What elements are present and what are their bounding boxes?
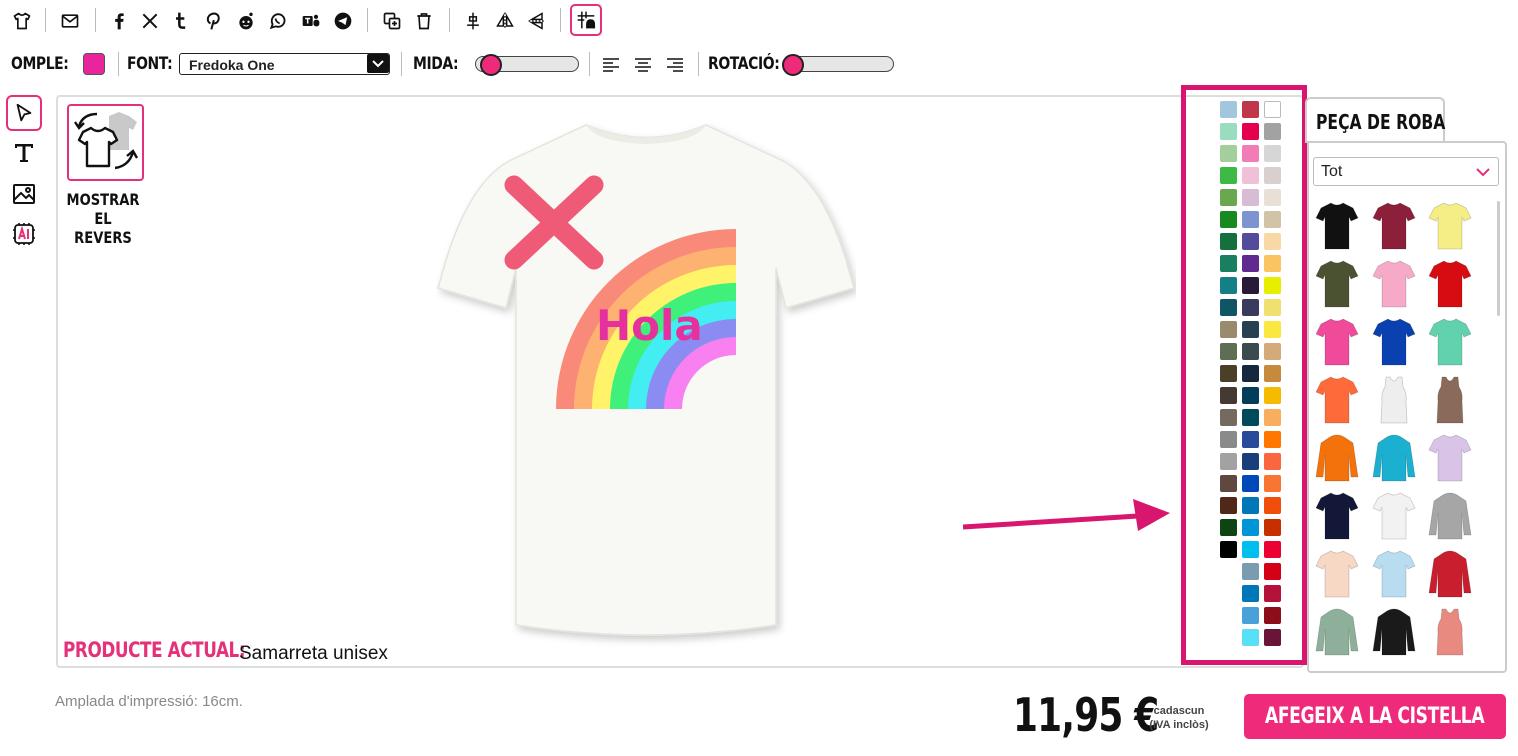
teams-icon[interactable] <box>298 8 324 34</box>
garment-item-brown-tank[interactable] <box>1428 375 1472 425</box>
property-toolbar: OMPLE: FONT: Fredoka One MIDA: ROTACIÓ: <box>0 46 1518 84</box>
garment-item-yellow-tshirt[interactable] <box>1428 201 1472 251</box>
trash-icon[interactable] <box>411 8 437 34</box>
garment-item-black-orange-hoodie[interactable] <box>1372 607 1416 657</box>
size-slider-thumb[interactable] <box>480 54 503 76</box>
print-width: Amplada d'impressió: 16cm. <box>55 693 243 710</box>
fill-color-picker[interactable] <box>83 53 105 75</box>
pinterest-icon[interactable] <box>200 8 226 34</box>
palette-highlight-box <box>1181 85 1307 665</box>
garment-item-blue-fade-tshirt[interactable] <box>1372 549 1416 599</box>
rotation-label: ROTACIÓ: <box>708 54 780 74</box>
separator <box>367 8 368 32</box>
reddit-icon[interactable] <box>233 8 259 34</box>
separator <box>698 52 699 76</box>
garment-item-burgundy-tshirt[interactable] <box>1372 201 1416 251</box>
mail-icon[interactable] <box>57 8 83 34</box>
garment-item-orange-hoodie[interactable] <box>1315 433 1359 483</box>
price-note: cadascun (IVA inclòs) <box>1143 704 1215 732</box>
rotation-slider-thumb[interactable] <box>782 54 804 76</box>
flip-horizontal-icon[interactable] <box>492 8 518 34</box>
show-back-label-line2: EL REVERS <box>74 209 132 247</box>
garment-item-pink-tshirt[interactable] <box>1372 259 1416 309</box>
show-back-button[interactable] <box>67 104 144 181</box>
price-note-line1: cadascun <box>1153 705 1205 717</box>
garment-scrollbar[interactable] <box>1497 201 1500 316</box>
garment-item-white-raglan[interactable] <box>1372 491 1416 541</box>
show-back-label: MOSTRAR EL REVERS <box>66 190 140 247</box>
top-toolbar <box>0 0 1518 42</box>
garment-item-fuchsia-tshirt[interactable] <box>1315 317 1359 367</box>
garment-item-royal-blue-tshirt[interactable] <box>1372 317 1416 367</box>
garment-item-cyan-hoodie[interactable] <box>1372 433 1416 483</box>
garment-item-peach-tshirt[interactable] <box>1315 549 1359 599</box>
telegram-icon[interactable] <box>330 8 356 34</box>
size-slider[interactable] <box>475 54 579 76</box>
current-product-label: PRODUCTE ACTUAL: <box>63 638 246 662</box>
tshirt-icon[interactable] <box>9 8 35 34</box>
garment-item-black-tshirt[interactable] <box>1315 201 1359 251</box>
image-tool-icon[interactable] <box>6 176 42 212</box>
center-vertical-icon[interactable] <box>460 8 486 34</box>
tumblr-icon[interactable] <box>168 8 194 34</box>
separator <box>449 8 450 32</box>
price: 11,95 € <box>1013 688 1159 742</box>
category-select[interactable]: Tot <box>1313 157 1499 186</box>
text-tool-icon[interactable] <box>6 135 42 171</box>
garment-item-tie-dye-tshirt[interactable] <box>1428 433 1472 483</box>
chevron-down-icon <box>367 54 389 73</box>
separator <box>589 52 590 76</box>
arrow-icon <box>963 499 1170 531</box>
garment-panel: Tot <box>1307 141 1507 673</box>
garment-item-mint-tshirt[interactable] <box>1428 317 1472 367</box>
align-center-icon[interactable] <box>633 55 653 75</box>
chevron-down-icon <box>1476 168 1490 177</box>
separator <box>401 52 402 76</box>
flip-shirt-icon <box>74 112 139 170</box>
design-text[interactable]: Hola <box>596 301 703 350</box>
grid-snap-icon[interactable] <box>570 4 602 36</box>
font-label: FONT: <box>127 54 173 74</box>
duplicate-icon[interactable] <box>379 8 405 34</box>
x-icon[interactable] <box>137 8 163 34</box>
whatsapp-icon[interactable] <box>265 8 291 34</box>
add-to-cart-label: AFEGEIX A LA CISTELLA <box>1265 704 1485 729</box>
add-to-cart-button[interactable]: AFEGEIX A LA CISTELLA <box>1244 694 1506 739</box>
price-note-line2: (IVA inclòs) <box>1149 719 1209 731</box>
garment-item-olive-tshirt[interactable] <box>1315 259 1359 309</box>
separator <box>45 8 46 32</box>
separator <box>560 8 561 32</box>
separator <box>95 8 96 32</box>
ai-tool-icon[interactable] <box>6 216 42 252</box>
size-label: MIDA: <box>413 54 459 74</box>
current-product: PRODUCTE ACTUAL: Samarreta unisex <box>63 638 388 664</box>
category-select-value: Tot <box>1321 163 1343 180</box>
garment-item-salmon-tank[interactable] <box>1428 607 1472 657</box>
tshirt-mockup[interactable]: Hola <box>436 120 856 647</box>
garment-item-red-varsity-jacket[interactable] <box>1428 549 1472 599</box>
garment-item-orange-tshirt[interactable] <box>1315 375 1359 425</box>
separator <box>118 52 119 76</box>
font-select-value: Fredoka One <box>189 57 275 73</box>
align-left-icon[interactable] <box>601 55 621 75</box>
garment-item-sage-longsleeve[interactable] <box>1315 607 1359 657</box>
align-right-icon[interactable] <box>665 55 685 75</box>
garment-item-white-tank[interactable] <box>1372 375 1416 425</box>
garment-item-red-tshirt[interactable] <box>1428 259 1472 309</box>
flip-vertical-icon[interactable] <box>524 8 550 34</box>
show-back-label-line1: MOSTRAR <box>66 190 140 209</box>
tab-garment-label: PEÇA DE ROBA <box>1316 110 1446 134</box>
rotation-slider[interactable] <box>782 54 894 76</box>
facebook-icon[interactable] <box>106 8 132 34</box>
fill-label: OMPLE: <box>11 54 69 74</box>
garment-item-grey-hoodie[interactable] <box>1428 491 1472 541</box>
tab-garment[interactable]: PEÇA DE ROBA <box>1305 97 1445 143</box>
current-product-value: Samarreta unisex <box>239 643 388 664</box>
select-tool-icon[interactable] <box>6 95 42 131</box>
garment-item-navy-tshirt[interactable] <box>1315 491 1359 541</box>
design-canvas[interactable]: MOSTRAR EL REVERS Hola PRODUCTE ACTUAL: … <box>56 95 1304 668</box>
font-select[interactable]: Fredoka One <box>179 53 390 75</box>
